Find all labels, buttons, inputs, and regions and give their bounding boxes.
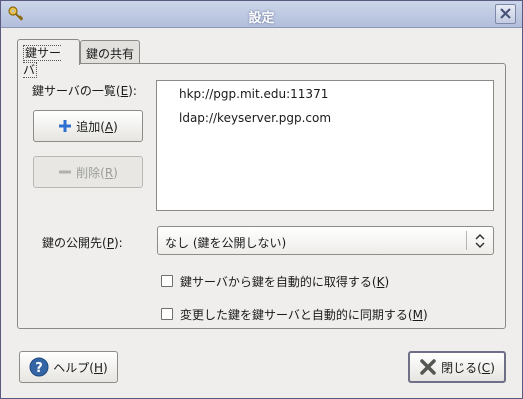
svg-text:?: ?	[36, 361, 44, 376]
tab-key-sharing-label: 鍵の共有	[86, 47, 135, 61]
combo-separator	[466, 231, 467, 250]
help-button-label: ヘルプ(H)	[53, 360, 108, 375]
close-icon	[500, 8, 511, 19]
auto-sync-label[interactable]: 変更した鍵を鍵サーバと自動的に同期する(M)	[180, 306, 428, 323]
window-close-button[interactable]	[495, 4, 516, 24]
preferences-window: 設定 鍵サーバ 鍵の共有 鍵サーバの一覧(E): 追加(A) 削除(R) hkp…	[0, 0, 523, 399]
remove-button[interactable]: 削除(R)	[33, 156, 143, 188]
close-icon	[420, 359, 436, 375]
remove-button-label: 削除(R)	[76, 165, 118, 180]
tab-key-sharing[interactable]: 鍵の共有	[80, 40, 140, 65]
auto-retrieve-checkbox[interactable]	[161, 275, 173, 287]
list-item[interactable]: hkp://pgp.mit.edu:11371	[179, 87, 328, 101]
close-button[interactable]: 閉じる(C)	[408, 351, 506, 383]
add-button-label: 追加(A)	[76, 119, 118, 134]
add-button[interactable]: 追加(A)	[33, 110, 143, 142]
keyserver-list-label: 鍵サーバの一覧(E):	[32, 84, 137, 98]
publish-label: 鍵の公開先(P):	[42, 236, 123, 250]
keyserver-list[interactable]: hkp://pgp.mit.edu:11371 ldap://keyserver…	[156, 80, 494, 211]
title-bar[interactable]: 設定	[1, 1, 522, 28]
plus-icon	[59, 120, 72, 132]
help-icon: ?	[29, 357, 49, 377]
list-item[interactable]: ldap://keyserver.pgp.com	[179, 111, 331, 125]
tab-keyservers[interactable]: 鍵サーバ	[17, 39, 80, 78]
publish-to-value: なし (鍵を公開しない)	[165, 236, 287, 250]
window-title: 設定	[248, 11, 275, 26]
help-button[interactable]: ? ヘルプ(H)	[19, 351, 118, 383]
minus-icon	[59, 170, 72, 174]
close-button-label: 閉じる(C)	[441, 360, 495, 375]
auto-retrieve-label[interactable]: 鍵サーバから鍵を自動的に取得する(K)	[180, 273, 389, 290]
publish-to-select[interactable]: なし (鍵を公開しない)	[157, 226, 494, 255]
keyservers-panel: 鍵サーバの一覧(E): 追加(A) 削除(R) hkp://pgp.mit.ed…	[17, 63, 506, 329]
up-down-chevron-icon	[475, 233, 485, 249]
auto-sync-checkbox[interactable]	[161, 308, 173, 320]
